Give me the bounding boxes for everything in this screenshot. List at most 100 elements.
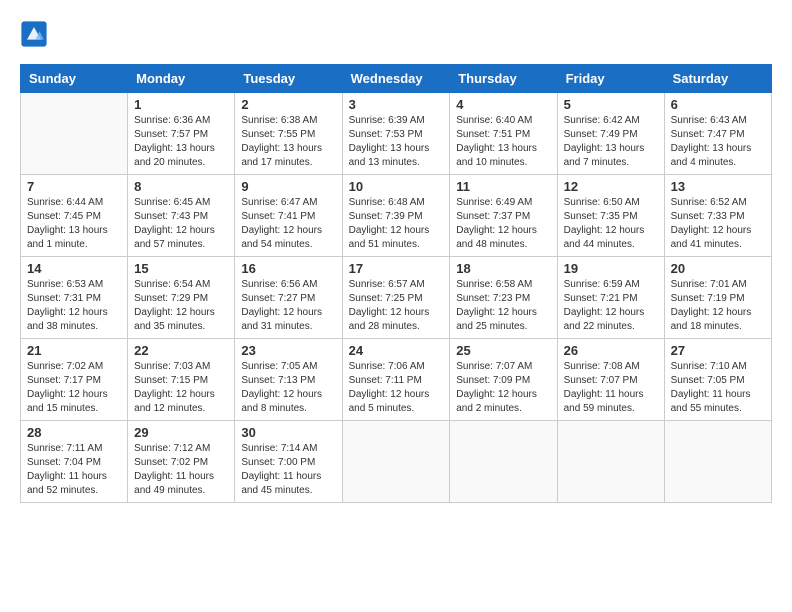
calendar-cell: 16 Sunrise: 6:56 AM Sunset: 7:27 PM Dayli… [235,257,342,339]
day-info: Sunrise: 6:36 AM Sunset: 7:57 PM Dayligh… [134,114,228,170]
weekday-header-monday: Monday [128,65,235,93]
day-number: 1 [134,97,228,112]
day-number: 10 [349,179,444,194]
day-number: 18 [456,261,550,276]
calendar-cell: 1 Sunrise: 6:36 AM Sunset: 7:57 PM Daylig… [128,93,235,175]
day-number: 24 [349,343,444,358]
calendar-cell: 7 Sunrise: 6:44 AM Sunset: 7:45 PM Daylig… [21,175,128,257]
calendar-week-row: 28 Sunrise: 7:11 AM Sunset: 7:04 PM Dayli… [21,421,772,503]
calendar-week-row: 14 Sunrise: 6:53 AM Sunset: 7:31 PM Dayli… [21,257,772,339]
day-number: 12 [564,179,658,194]
calendar-cell: 22 Sunrise: 7:03 AM Sunset: 7:15 PM Dayli… [128,339,235,421]
day-info: Sunrise: 7:05 AM Sunset: 7:13 PM Dayligh… [241,360,335,416]
day-number: 23 [241,343,335,358]
calendar-cell: 17 Sunrise: 6:57 AM Sunset: 7:25 PM Dayli… [342,257,450,339]
logo-icon [20,20,48,48]
day-number: 26 [564,343,658,358]
day-info: Sunrise: 7:08 AM Sunset: 7:07 PM Dayligh… [564,360,658,416]
day-info: Sunrise: 7:12 AM Sunset: 7:02 PM Dayligh… [134,442,228,498]
calendar-cell: 25Sunrise: 7:07 AM Sunset: 7:09 PM Dayli… [450,339,557,421]
calendar-cell [557,421,664,503]
day-number: 28 [27,425,121,440]
calendar-cell: 11 Sunrise: 6:49 AM Sunset: 7:37 PM Dayli… [450,175,557,257]
calendar-cell: 12 Sunrise: 6:50 AM Sunset: 7:35 PM Dayli… [557,175,664,257]
day-info: Sunrise: 6:48 AM Sunset: 7:39 PM Dayligh… [349,196,444,252]
calendar-cell: 8 Sunrise: 6:45 AM Sunset: 7:43 PM Daylig… [128,175,235,257]
day-number: 19 [564,261,658,276]
calendar-cell: 2Sunrise: 6:38 AM Sunset: 7:55 PM Daylig… [235,93,342,175]
day-number: 17 [349,261,444,276]
day-info: Sunrise: 6:45 AM Sunset: 7:43 PM Dayligh… [134,196,228,252]
day-info: Sunrise: 7:06 AM Sunset: 7:11 PM Dayligh… [349,360,444,416]
calendar-cell: 5Sunrise: 6:42 AM Sunset: 7:49 PM Daylig… [557,93,664,175]
day-number: 14 [27,261,121,276]
calendar-cell: 24 Sunrise: 7:06 AM Sunset: 7:11 PM Dayli… [342,339,450,421]
page-header [20,20,772,48]
day-info: Sunrise: 6:58 AM Sunset: 7:23 PM Dayligh… [456,278,550,334]
calendar-cell [342,421,450,503]
calendar-cell: 28 Sunrise: 7:11 AM Sunset: 7:04 PM Dayli… [21,421,128,503]
day-number: 21 [27,343,121,358]
day-info: Sunrise: 7:14 AM Sunset: 7:00 PM Dayligh… [241,442,335,498]
weekday-header-tuesday: Tuesday [235,65,342,93]
calendar-week-row: 7 Sunrise: 6:44 AM Sunset: 7:45 PM Daylig… [21,175,772,257]
day-info: Sunrise: 7:10 AM Sunset: 7:05 PM Dayligh… [671,360,765,416]
day-info: Sunrise: 7:03 AM Sunset: 7:15 PM Dayligh… [134,360,228,416]
day-info: Sunrise: 6:43 AM Sunset: 7:47 PM Dayligh… [671,114,765,170]
calendar-cell: 10 Sunrise: 6:48 AM Sunset: 7:39 PM Dayli… [342,175,450,257]
weekday-header-friday: Friday [557,65,664,93]
calendar-cell: 4Sunrise: 6:40 AM Sunset: 7:51 PM Daylig… [450,93,557,175]
day-info: Sunrise: 6:39 AM Sunset: 7:53 PM Dayligh… [349,114,444,170]
day-info: Sunrise: 7:02 AM Sunset: 7:17 PM Dayligh… [27,360,121,416]
day-number: 8 [134,179,228,194]
calendar-cell: 23 Sunrise: 7:05 AM Sunset: 7:13 PM Dayli… [235,339,342,421]
calendar-header: SundayMondayTuesdayWednesdayThursdayFrid… [21,65,772,93]
calendar-cell: 9Sunrise: 6:47 AM Sunset: 7:41 PM Daylig… [235,175,342,257]
day-number: 30 [241,425,335,440]
day-info: Sunrise: 6:50 AM Sunset: 7:35 PM Dayligh… [564,196,658,252]
calendar-cell: 6 Sunrise: 6:43 AM Sunset: 7:47 PM Daylig… [664,93,771,175]
calendar-cell: 21 Sunrise: 7:02 AM Sunset: 7:17 PM Dayli… [21,339,128,421]
day-number: 29 [134,425,228,440]
calendar-cell: 30 Sunrise: 7:14 AM Sunset: 7:00 PM Dayli… [235,421,342,503]
calendar-cell: 29 Sunrise: 7:12 AM Sunset: 7:02 PM Dayli… [128,421,235,503]
day-number: 3 [349,97,444,112]
calendar-table: SundayMondayTuesdayWednesdayThursdayFrid… [20,64,772,503]
calendar-cell: 3 Sunrise: 6:39 AM Sunset: 7:53 PM Daylig… [342,93,450,175]
weekday-header-sunday: Sunday [21,65,128,93]
day-number: 6 [671,97,765,112]
logo [20,20,52,48]
day-info: Sunrise: 6:47 AM Sunset: 7:41 PM Dayligh… [241,196,335,252]
day-number: 11 [456,179,550,194]
day-info: Sunrise: 6:49 AM Sunset: 7:37 PM Dayligh… [456,196,550,252]
calendar-cell [664,421,771,503]
weekday-header-row: SundayMondayTuesdayWednesdayThursdayFrid… [21,65,772,93]
day-number: 2 [241,97,335,112]
day-info: Sunrise: 6:53 AM Sunset: 7:31 PM Dayligh… [27,278,121,334]
weekday-header-thursday: Thursday [450,65,557,93]
calendar-cell: 15Sunrise: 6:54 AM Sunset: 7:29 PM Dayli… [128,257,235,339]
calendar-week-row: 1 Sunrise: 6:36 AM Sunset: 7:57 PM Daylig… [21,93,772,175]
day-info: Sunrise: 6:59 AM Sunset: 7:21 PM Dayligh… [564,278,658,334]
day-info: Sunrise: 6:52 AM Sunset: 7:33 PM Dayligh… [671,196,765,252]
day-number: 22 [134,343,228,358]
day-info: Sunrise: 6:42 AM Sunset: 7:49 PM Dayligh… [564,114,658,170]
day-number: 20 [671,261,765,276]
day-info: Sunrise: 6:57 AM Sunset: 7:25 PM Dayligh… [349,278,444,334]
day-info: Sunrise: 7:11 AM Sunset: 7:04 PM Dayligh… [27,442,121,498]
day-number: 27 [671,343,765,358]
day-number: 16 [241,261,335,276]
day-info: Sunrise: 6:56 AM Sunset: 7:27 PM Dayligh… [241,278,335,334]
calendar-week-row: 21 Sunrise: 7:02 AM Sunset: 7:17 PM Dayli… [21,339,772,421]
day-info: Sunrise: 7:01 AM Sunset: 7:19 PM Dayligh… [671,278,765,334]
calendar-cell: 14 Sunrise: 6:53 AM Sunset: 7:31 PM Dayli… [21,257,128,339]
weekday-header-saturday: Saturday [664,65,771,93]
calendar-cell: 20 Sunrise: 7:01 AM Sunset: 7:19 PM Dayli… [664,257,771,339]
day-number: 15 [134,261,228,276]
weekday-header-wednesday: Wednesday [342,65,450,93]
day-info: Sunrise: 6:44 AM Sunset: 7:45 PM Dayligh… [27,196,121,252]
calendar-cell: 18 Sunrise: 6:58 AM Sunset: 7:23 PM Dayli… [450,257,557,339]
calendar-cell: 27 Sunrise: 7:10 AM Sunset: 7:05 PM Dayli… [664,339,771,421]
day-number: 7 [27,179,121,194]
day-number: 4 [456,97,550,112]
